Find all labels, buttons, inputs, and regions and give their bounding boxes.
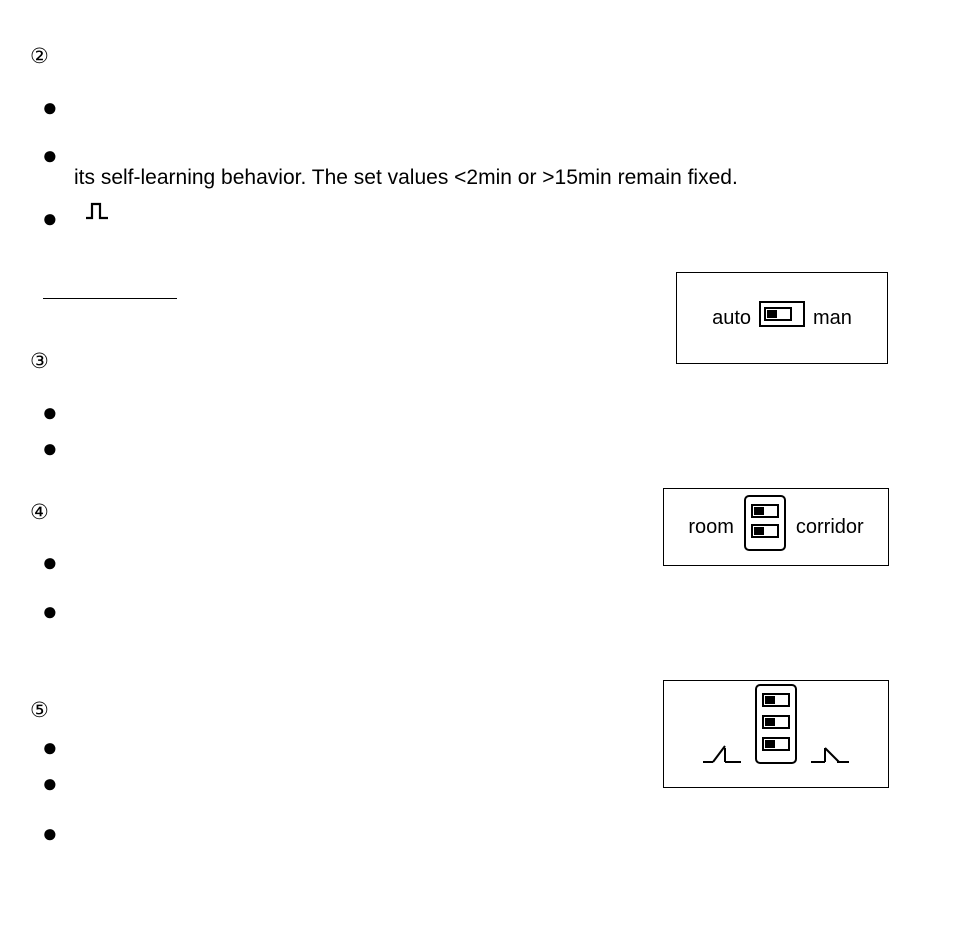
break-contact-icon (809, 740, 851, 773)
underline-divider (43, 298, 177, 299)
document-page: ② ● ● its self-learning behavior. The se… (0, 0, 954, 937)
dip-switch-icon (751, 682, 801, 773)
section-marker-4: ④ (30, 499, 49, 526)
bullet-dot: ● (42, 598, 58, 624)
switch-label-corridor: corridor (796, 514, 864, 540)
bullet-dot: ● (42, 94, 58, 120)
pulse-icon (86, 200, 108, 218)
figure-room-corridor-switch: room corridor (663, 488, 889, 566)
bullet-dot: ● (42, 435, 58, 461)
bullet-dot: ● (42, 142, 58, 168)
bullet-dot: ● (42, 734, 58, 760)
bullet-dot: ● (42, 770, 58, 796)
bullet-dot: ● (42, 205, 58, 231)
bullet-dot: ● (42, 399, 58, 425)
dip-switch-icon (740, 493, 790, 560)
body-text: its self-learning behavior. The set valu… (74, 164, 738, 191)
bullet-dot: ● (42, 820, 58, 846)
figure-auto-man-switch: auto man (676, 272, 888, 364)
make-contact-icon (701, 740, 743, 773)
switch-label-room: room (688, 514, 734, 540)
dip-switch-icon (759, 301, 805, 334)
section-marker-3: ③ (30, 348, 49, 375)
switch-label-man: man (813, 305, 852, 331)
section-marker-5: ⑤ (30, 697, 49, 724)
switch-label-auto: auto (712, 305, 751, 331)
bullet-dot: ● (42, 549, 58, 575)
figure-contact-switch (663, 680, 889, 788)
section-marker-2: ② (30, 43, 49, 70)
